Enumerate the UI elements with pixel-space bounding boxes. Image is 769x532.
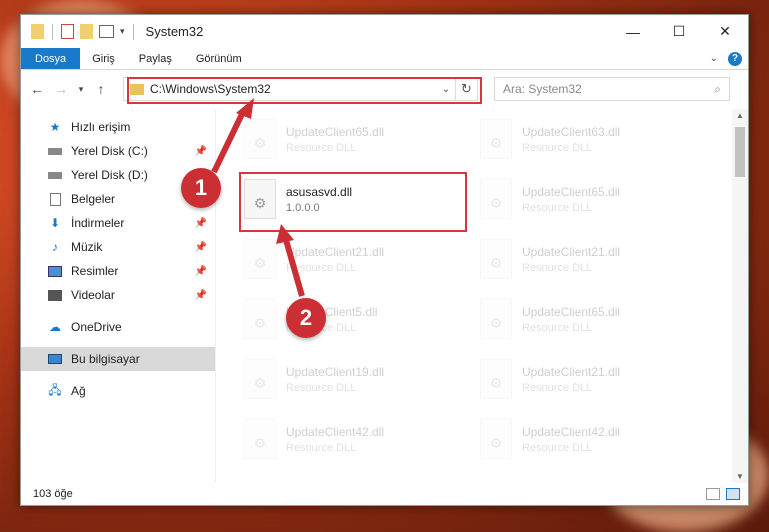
file-item-selected[interactable]: asusasvd.dll 1.0.0.0 (238, 173, 458, 225)
folder-icon (130, 83, 144, 95)
dll-file-icon (244, 239, 276, 279)
drive-icon (47, 144, 63, 158)
scrollbar-thumb[interactable] (735, 127, 745, 177)
tab-share[interactable]: Paylaş (127, 48, 184, 69)
search-icon: ⌕ (714, 81, 721, 96)
nav-item-music[interactable]: ♪ Müzik 📌 (21, 235, 215, 259)
selected-file-name: asusasvd.dll (286, 184, 353, 199)
pin-icon[interactable]: 📌 (195, 242, 207, 253)
explorer-window: ▾ System32 — ☐ ✕ Dosya Giriş Paylaş Görü… (20, 14, 749, 506)
search-input[interactable]: Ara: System32 ⌕ (494, 77, 730, 101)
file-list: UpdateClient65.dllResource DLL asusasvd.… (216, 109, 748, 483)
dll-file-icon (480, 119, 512, 159)
tab-file[interactable]: Dosya (21, 48, 81, 69)
window-controls: — ☐ ✕ (610, 15, 748, 48)
file-item[interactable]: UpdateClient21.dllResource DLL (474, 353, 694, 405)
network-icon: 🖧 (48, 382, 62, 397)
file-item[interactable]: UpdateClient65.dllResource DLL (474, 293, 694, 345)
documents-icon (47, 192, 63, 206)
nav-this-pc[interactable]: Bu bilgisayar (21, 347, 215, 371)
vertical-scrollbar[interactable]: ▲ ▼ (732, 109, 748, 483)
file-item[interactable]: UpdateClient63.dllResource DLL (474, 113, 694, 165)
new-folder-icon[interactable] (80, 24, 93, 39)
dll-file-icon (480, 299, 512, 339)
back-arrow-icon[interactable]: ← (27, 81, 47, 97)
file-item[interactable]: UpdateClient5.dllResource DLL (238, 293, 458, 345)
videos-icon (47, 288, 63, 302)
downloads-icon: ⬇ (49, 216, 61, 230)
music-icon: ♪ (52, 240, 58, 254)
minimize-button[interactable]: — (610, 15, 656, 48)
nav-item-pictures[interactable]: Resimler 📌 (21, 259, 215, 283)
file-item[interactable]: UpdateClient19.dllResource DLL (238, 353, 458, 405)
address-bar[interactable]: C:\Windows\System32 ⌄ ↻ (123, 77, 478, 101)
view-icon[interactable] (99, 25, 114, 38)
file-item[interactable]: UpdateClient21.dllResource DLL (474, 233, 694, 285)
dll-file-icon (244, 179, 276, 219)
recent-locations-icon[interactable]: ▾ (75, 84, 87, 95)
folder-icon[interactable] (31, 24, 44, 39)
dll-file-icon (480, 179, 512, 219)
nav-item-local-disk-c[interactable]: Yerel Disk (C:) 📌 (21, 139, 215, 163)
refresh-icon[interactable]: ↻ (455, 78, 477, 100)
pin-icon[interactable]: 📌 (195, 266, 207, 277)
forward-arrow-icon[interactable]: → (51, 81, 71, 97)
drive-icon (47, 168, 63, 182)
nav-network[interactable]: 🖧 Ağ (21, 379, 215, 403)
details-view-icon[interactable] (706, 488, 720, 500)
customize-toolbar-icon[interactable]: ▾ (120, 26, 125, 37)
selected-file-version: 1.0.0.0 (286, 201, 320, 214)
expand-ribbon-icon[interactable]: ⌄ (710, 53, 718, 64)
dll-file-icon (480, 239, 512, 279)
ribbon-tabs: Dosya Giriş Paylaş Görünüm ⌄ ? (21, 48, 748, 70)
pin-icon[interactable]: 📌 (195, 146, 207, 157)
file-item[interactable]: UpdateClient21.dllResource DLL (238, 233, 458, 285)
file-item[interactable]: UpdateClient42.dllResource DLL (238, 413, 458, 465)
close-button[interactable]: ✕ (702, 15, 748, 48)
file-item[interactable]: UpdateClient65.dllResource DLL (238, 113, 458, 165)
dll-file-icon (244, 419, 276, 459)
nav-quick-access[interactable]: ★ Hızlı erişim (21, 115, 215, 139)
tab-home[interactable]: Giriş (80, 48, 127, 69)
large-icons-view-icon[interactable] (726, 488, 740, 500)
navigation-pane: ★ Hızlı erişim Yerel Disk (C:) 📌 Yerel D… (21, 109, 216, 483)
address-path[interactable]: C:\Windows\System32 (150, 82, 437, 96)
window-title: System32 (145, 24, 204, 39)
quick-access-toolbar: ▾ (21, 23, 136, 40)
nav-item-downloads[interactable]: ⬇ İndirmeler 📌 (21, 211, 215, 235)
chevron-down-icon[interactable]: ⌄ (437, 84, 455, 95)
dll-file-icon (480, 419, 512, 459)
cloud-icon: ☁ (49, 320, 61, 334)
tab-view[interactable]: Görünüm (184, 48, 254, 69)
dll-file-icon (480, 359, 512, 399)
star-icon: ★ (49, 120, 61, 134)
pictures-icon (47, 264, 63, 278)
up-arrow-icon[interactable]: ↑ (91, 81, 111, 97)
item-count: 103 öğe (33, 488, 73, 500)
dll-file-icon (244, 119, 276, 159)
maximize-button[interactable]: ☐ (656, 15, 702, 48)
file-item[interactable]: UpdateClient42.dllResource DLL (474, 413, 694, 465)
address-row: ← → ▾ ↑ C:\Windows\System32 ⌄ ↻ Ara: Sys… (21, 70, 748, 108)
nav-onedrive[interactable]: ☁ OneDrive (21, 315, 215, 339)
status-bar: 103 öğe (21, 483, 748, 505)
help-icon[interactable]: ? (728, 51, 742, 66)
nav-item-videos[interactable]: Videolar 📌 (21, 283, 215, 307)
computer-icon (47, 352, 63, 366)
pin-icon[interactable]: 📌 (195, 290, 207, 301)
file-item[interactable]: UpdateClient65.dllResource DLL (474, 173, 694, 225)
step-one-badge: 1 (181, 168, 221, 208)
search-placeholder: Ara: System32 (503, 82, 582, 96)
main-area: ★ Hızlı erişim Yerel Disk (C:) 📌 Yerel D… (21, 109, 748, 483)
step-two-badge: 2 (286, 298, 326, 338)
scroll-up-icon[interactable]: ▲ (732, 111, 748, 120)
scroll-down-icon[interactable]: ▼ (732, 472, 748, 481)
dll-file-icon (244, 299, 276, 339)
dll-file-icon (244, 359, 276, 399)
title-bar: ▾ System32 — ☐ ✕ (21, 15, 748, 48)
pin-icon[interactable]: 📌 (195, 218, 207, 229)
properties-icon[interactable] (61, 24, 74, 39)
